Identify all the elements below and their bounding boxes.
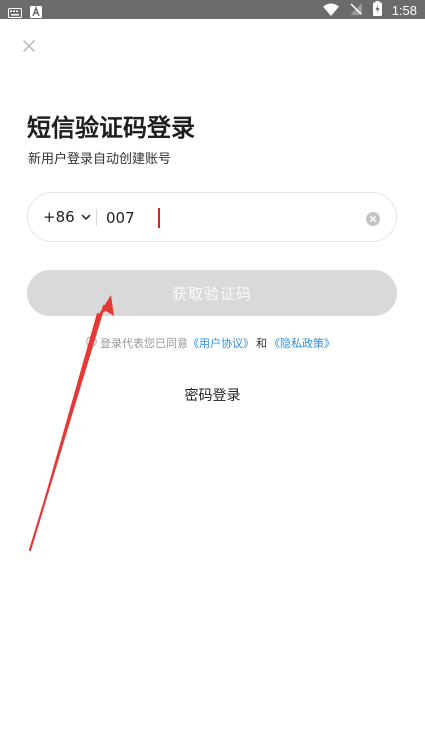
user-agreement-link[interactable]: 《用户协议》 xyxy=(188,335,254,351)
page-title: 短信验证码登录 xyxy=(27,114,195,142)
password-login-label: 密码登录 xyxy=(184,388,241,404)
status-bar: 1:58 xyxy=(0,0,425,19)
country-code-label: +86 xyxy=(43,208,75,226)
text-cursor xyxy=(158,208,160,228)
no-signal-icon xyxy=(349,1,363,20)
close-button[interactable] xyxy=(19,36,39,56)
agreement-and: 和 xyxy=(256,337,267,350)
phone-input-box: +86 xyxy=(27,192,397,242)
app-a-icon xyxy=(30,3,42,22)
check-circle-icon xyxy=(86,336,97,347)
chevron-down-icon xyxy=(81,213,91,220)
agreement-prefix: 登录代表您已同意 xyxy=(100,337,188,350)
agree-checkbox[interactable] xyxy=(86,336,97,350)
agreement-line: 登录代表您已同意 《用户协议》 和 《隐私政策》 xyxy=(86,335,335,351)
status-time: 1:58 xyxy=(391,3,417,18)
close-icon xyxy=(22,39,36,53)
password-login-link[interactable]: 密码登录 xyxy=(0,385,425,405)
phone-number-input[interactable] xyxy=(106,207,356,229)
clear-icon xyxy=(366,212,380,226)
privacy-policy-link[interactable]: 《隐私政策》 xyxy=(269,335,335,351)
divider xyxy=(96,209,97,226)
keyboard-icon xyxy=(8,3,22,22)
country-code-selector[interactable]: +86 xyxy=(43,208,91,226)
wifi-icon xyxy=(322,1,339,20)
clear-input-button[interactable] xyxy=(366,211,380,226)
battery-charging-icon xyxy=(372,1,382,20)
get-code-button[interactable]: 获取验证码 xyxy=(27,270,397,316)
page-subtitle: 新用户登录自动创建账号 xyxy=(28,152,172,167)
